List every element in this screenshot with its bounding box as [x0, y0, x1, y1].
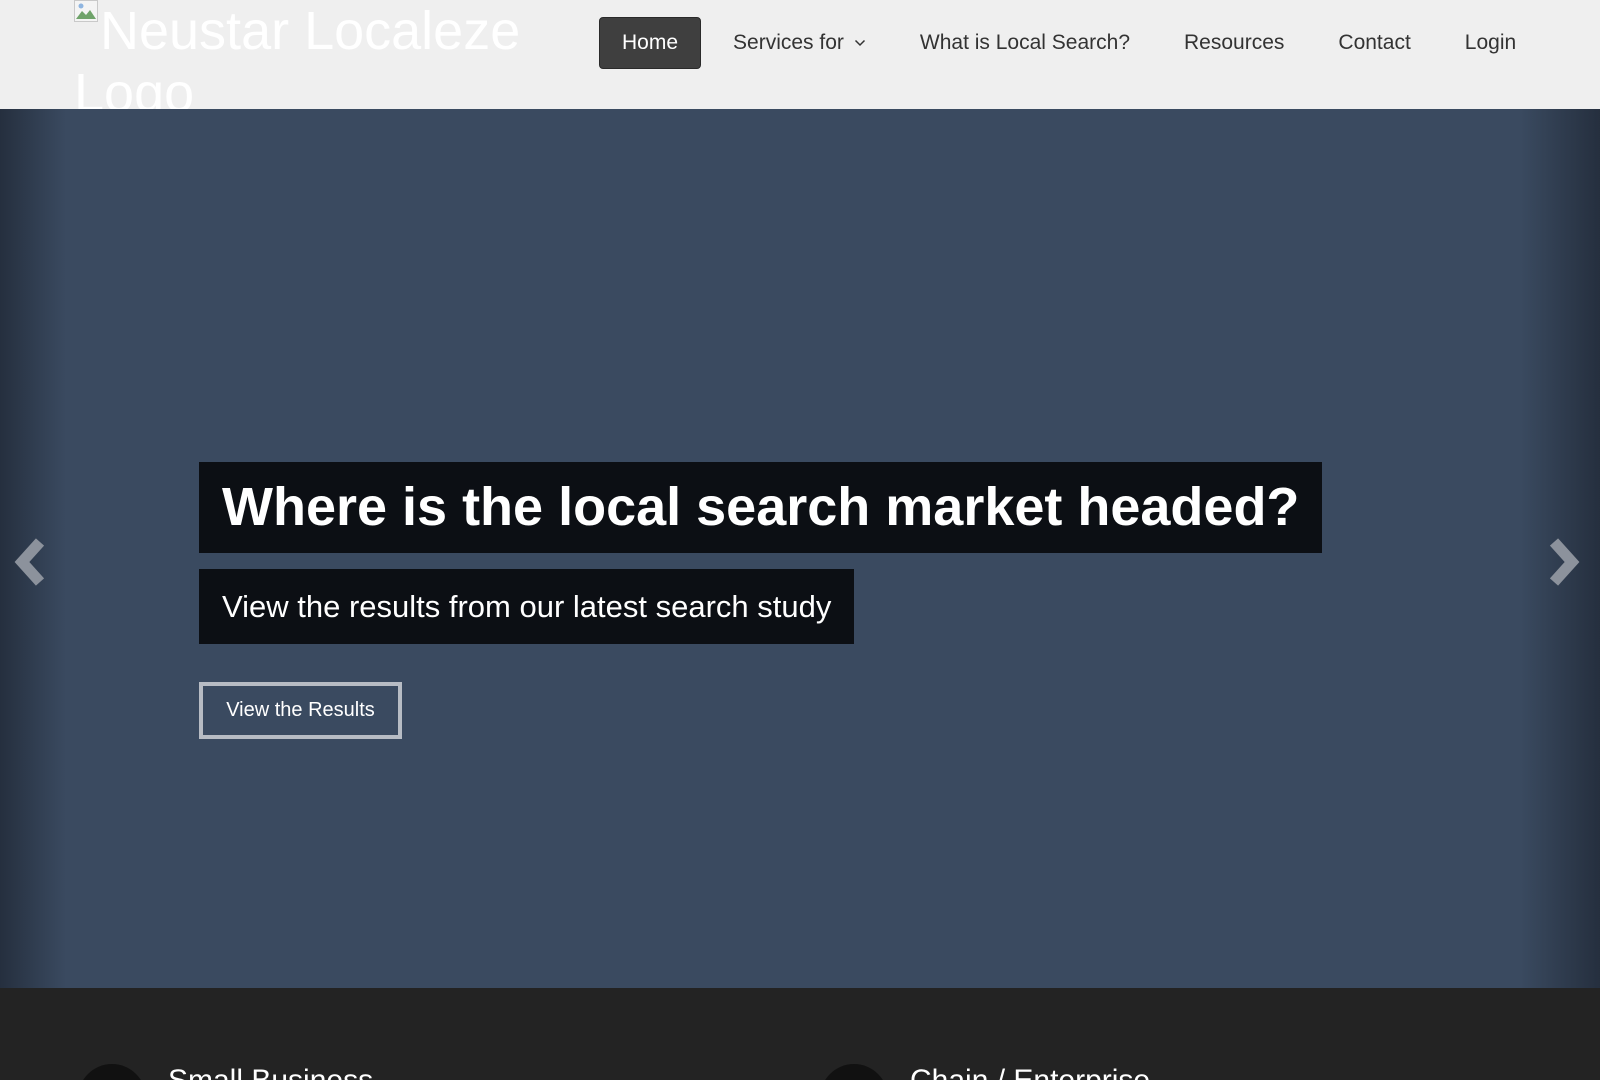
nav-item-local-search[interactable]: What is Local Search?: [898, 17, 1152, 69]
nav-item-label: What is Local Search?: [919, 31, 1131, 54]
logo-alt-text: Neustar Localeze Logo: [74, 1, 521, 109]
site-logo[interactable]: Neustar Localeze Logo: [74, 0, 554, 109]
hero-title: Where is the local search market headed?: [199, 462, 1323, 553]
nav-item-services[interactable]: Services for: [711, 17, 888, 69]
section-title-small-business[interactable]: Small Business: [168, 1064, 373, 1080]
nav-item-label: Contact: [1338, 31, 1411, 54]
site-header: Neustar Localeze Logo Home Services for …: [0, 0, 1600, 109]
hero-subtitle: View the results from our latest search …: [199, 569, 855, 644]
section-title-enterprise[interactable]: Chain / Enterprise: [910, 1064, 1150, 1080]
nav-item-home[interactable]: Home: [599, 17, 702, 69]
nav-item-login[interactable]: Login: [1443, 17, 1538, 69]
nav-item-label: Services for: [733, 31, 844, 54]
view-results-button[interactable]: View the Results: [199, 682, 402, 739]
nav-item-label: Resources: [1184, 31, 1285, 54]
nav-item-resources[interactable]: Resources: [1162, 17, 1306, 69]
services-section: Small Business Chain / Enterprise: [0, 988, 1600, 1080]
chevron-left-icon[interactable]: [12, 536, 52, 588]
enterprise-icon: [820, 1064, 888, 1080]
nav-item-label: Login: [1464, 31, 1517, 54]
nav-item-contact[interactable]: Contact: [1316, 17, 1432, 69]
chevron-right-icon[interactable]: [1542, 536, 1582, 588]
hero-carousel: Where is the local search market headed?…: [0, 109, 1600, 988]
main-nav: Home Services for What is Local Search? …: [599, 17, 1548, 69]
small-business-icon: [78, 1064, 146, 1080]
chevron-down-icon: [854, 39, 865, 47]
nav-item-label: Home: [622, 31, 679, 54]
